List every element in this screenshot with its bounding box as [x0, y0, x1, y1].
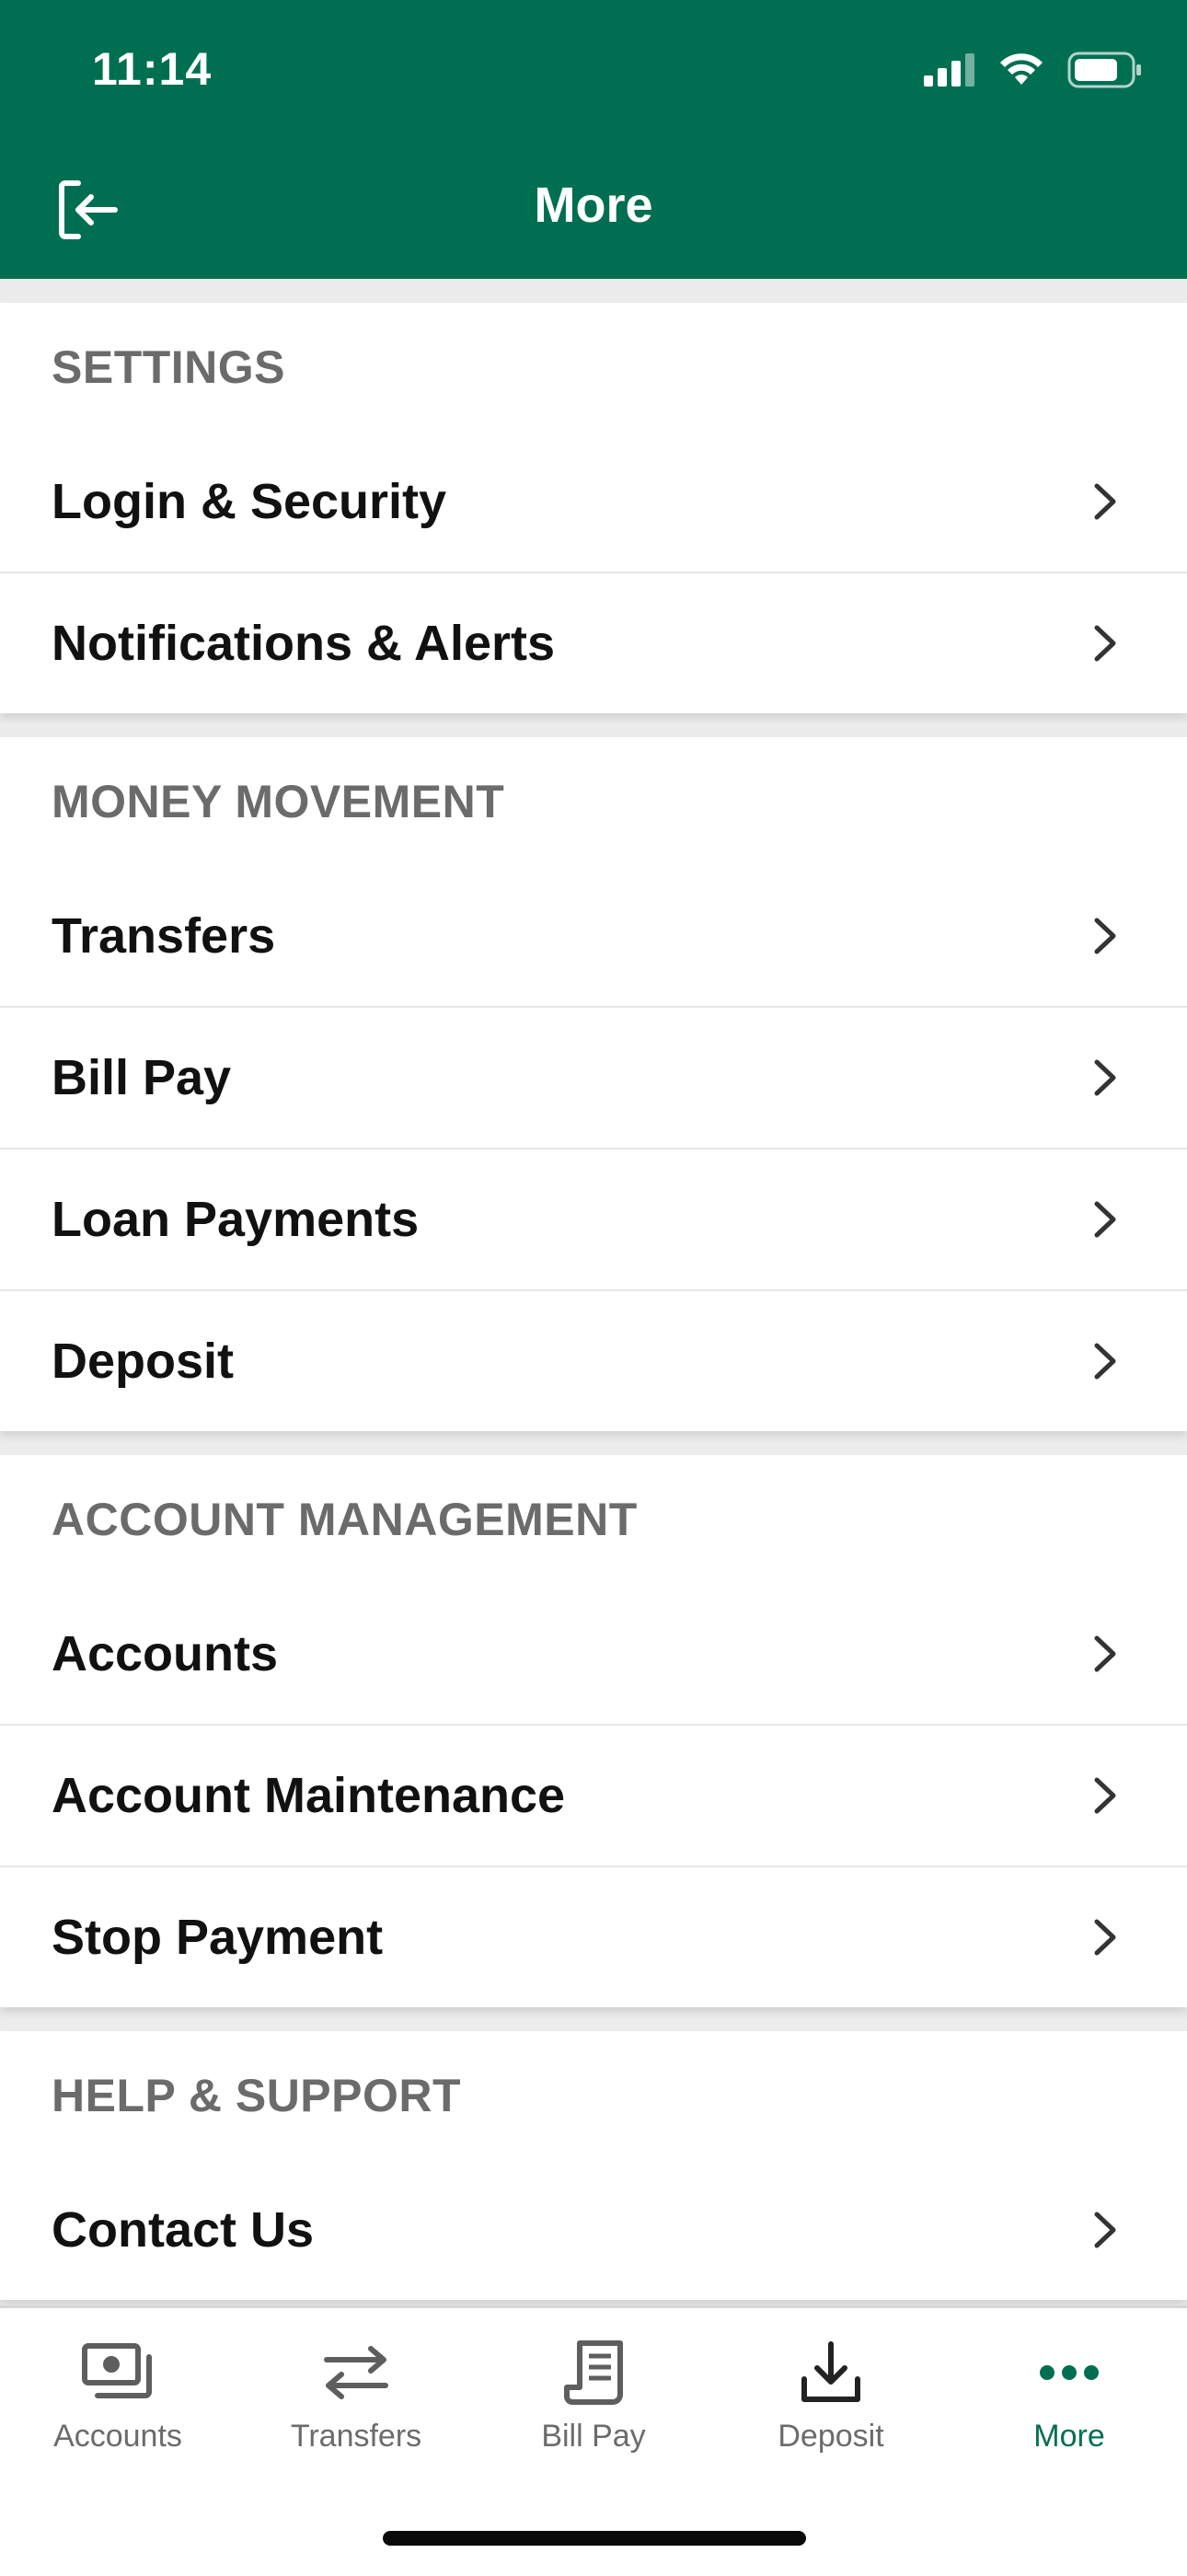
section-money-movement: MONEY MOVEMENT Transfers Bill Pay Loan P…: [0, 737, 1187, 1431]
menu-item-login-security[interactable]: Login & Security: [0, 432, 1187, 572]
tab-label: Transfers: [290, 2419, 422, 2454]
chevron-right-icon: [1091, 2209, 1119, 2251]
tab-accounts[interactable]: Accounts: [17, 2336, 219, 2474]
tab-label: Bill Pay: [541, 2419, 646, 2454]
page-title: More: [534, 178, 653, 233]
tab-label: More: [1033, 2419, 1105, 2454]
section-header: SETTINGS: [52, 341, 286, 393]
menu-item-notifications-alerts[interactable]: Notifications & Alerts: [0, 572, 1187, 713]
menu-item-deposit[interactable]: Deposit: [0, 1289, 1187, 1431]
menu-item-label: Transfers: [52, 908, 276, 964]
home-indicator: [383, 2531, 806, 2546]
menu-item-label: Stop Payment: [52, 1910, 384, 1965]
chevron-right-icon: [1091, 1340, 1119, 1382]
section-help-support: HELP & SUPPORT Contact Us: [0, 2031, 1187, 2300]
tab-deposit[interactable]: Deposit: [730, 2336, 932, 2474]
menu-item-label: Accounts: [52, 1626, 279, 1681]
app-header: 11:14 More: [0, 0, 1187, 279]
tab-label: Accounts: [53, 2419, 182, 2454]
menu-item-label: Contact Us: [52, 2202, 315, 2258]
menu-item-contact-us[interactable]: Contact Us: [0, 2160, 1187, 2300]
more-icon: [968, 2336, 1170, 2409]
menu-item-label: Login & Security: [52, 474, 447, 529]
chevron-right-icon: [1091, 1198, 1119, 1241]
section-header: HELP & SUPPORT: [52, 2070, 462, 2121]
deposit-icon: [730, 2336, 932, 2409]
menu-item-stop-payment[interactable]: Stop Payment: [0, 1866, 1187, 2007]
chevron-right-icon: [1091, 622, 1119, 664]
section-header: ACCOUNT MANAGEMENT: [52, 1494, 638, 1545]
status-icons: [924, 52, 1143, 92]
cellular-signal-icon: [924, 52, 975, 91]
section-header: MONEY MOVEMENT: [52, 776, 505, 827]
menu-item-label: Account Maintenance: [52, 1768, 566, 1823]
accounts-icon: [17, 2336, 219, 2409]
chevron-right-icon: [1091, 915, 1119, 957]
menu-item-accounts[interactable]: Accounts: [0, 1584, 1187, 1724]
chevron-right-icon: [1091, 480, 1119, 523]
menu-item-loan-payments[interactable]: Loan Payments: [0, 1148, 1187, 1289]
status-time: 11:14: [92, 43, 213, 95]
tab-bill-pay[interactable]: Bill Pay: [492, 2336, 695, 2474]
menu-item-label: Loan Payments: [52, 1192, 420, 1247]
tab-more[interactable]: More: [968, 2336, 1170, 2474]
section-settings: SETTINGS Login & Security Notifications …: [0, 303, 1187, 713]
menu-item-bill-pay[interactable]: Bill Pay: [0, 1006, 1187, 1148]
menu-item-label: Bill Pay: [52, 1050, 232, 1105]
bill-pay-icon: [492, 2336, 695, 2409]
menu-item-account-maintenance[interactable]: Account Maintenance: [0, 1724, 1187, 1866]
menu-item-label: Notifications & Alerts: [52, 616, 556, 671]
menu-item-transfers[interactable]: Transfers: [0, 866, 1187, 1006]
battery-icon: [1067, 52, 1143, 93]
transfers-icon: [255, 2336, 457, 2409]
chevron-right-icon: [1091, 1916, 1119, 1958]
menu-item-label: Deposit: [52, 1334, 235, 1389]
tab-label: Deposit: [778, 2419, 884, 2454]
more-menu-list[interactable]: SETTINGS Login & Security Notifications …: [0, 279, 1187, 2308]
chevron-right-icon: [1091, 1633, 1119, 1675]
wifi-icon: [999, 52, 1043, 91]
tab-transfers[interactable]: Transfers: [255, 2336, 457, 2474]
section-account-management: ACCOUNT MANAGEMENT Accounts Account Main…: [0, 1455, 1187, 2007]
chevron-right-icon: [1091, 1057, 1119, 1099]
chevron-right-icon: [1091, 1774, 1119, 1817]
